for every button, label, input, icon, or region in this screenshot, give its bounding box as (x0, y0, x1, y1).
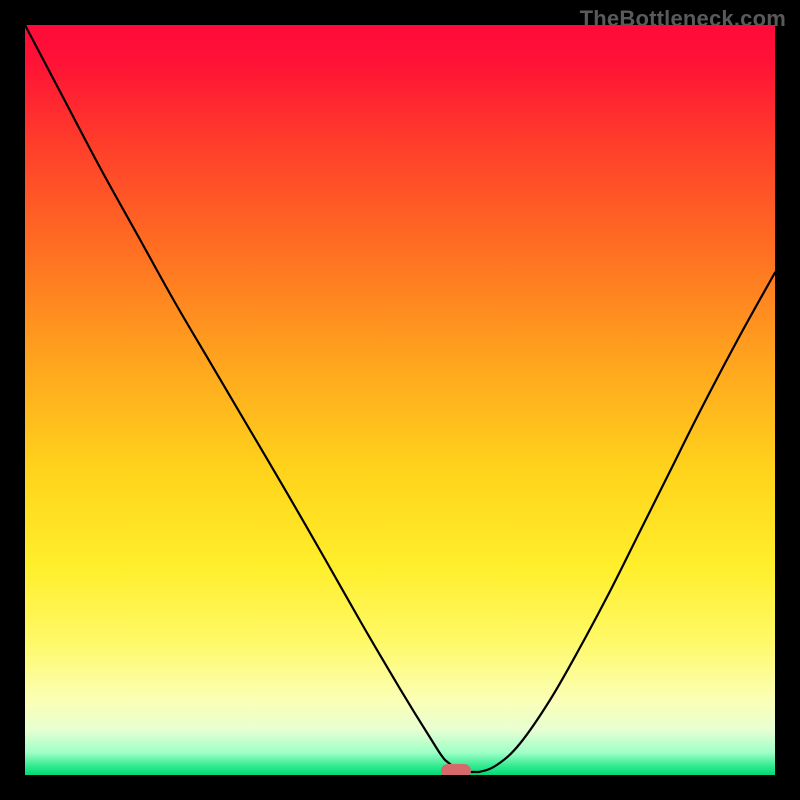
plot-area (25, 25, 775, 775)
optimum-marker (441, 764, 471, 776)
bottleneck-curve (25, 25, 775, 775)
chart-frame: TheBottleneck.com (0, 0, 800, 800)
